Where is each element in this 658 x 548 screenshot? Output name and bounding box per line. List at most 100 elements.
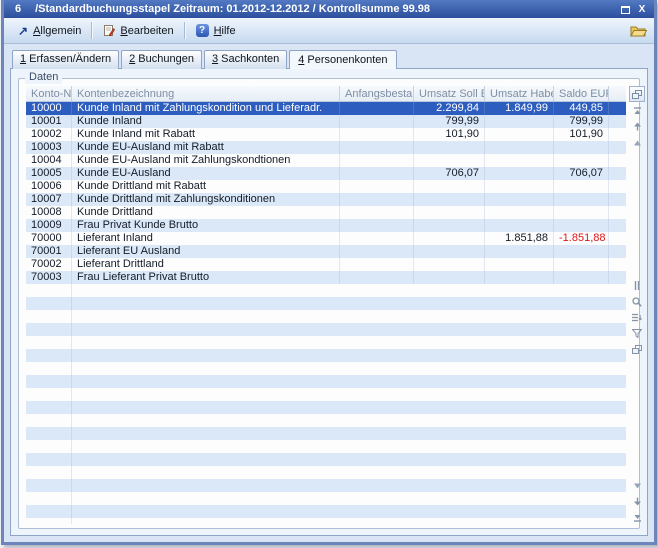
- edge-bottom-icons: [629, 481, 645, 522]
- cell-empty: [72, 375, 626, 388]
- table-row[interactable]: 10003Kunde EU-Ausland mit Rabatt: [26, 141, 626, 154]
- sort-icon[interactable]: [632, 313, 643, 322]
- cell-anfangsbestand: [340, 206, 414, 219]
- column-chooser-button[interactable]: [629, 86, 645, 102]
- bearbeiten-label: Bearbeiten: [120, 25, 173, 37]
- cell-bezeichnung: Lieferant EU Ausland: [72, 245, 340, 258]
- scroll-to-bottom-icon[interactable]: [632, 513, 643, 522]
- row-down-icon[interactable]: [632, 481, 643, 490]
- tabpage-personenkonten: Daten Konto-Nr.▼KontenbezeichnungAnfangs…: [10, 68, 648, 536]
- cell-empty: [26, 310, 72, 323]
- folder-icon[interactable]: [630, 24, 647, 38]
- filter-icon[interactable]: [632, 329, 643, 338]
- cell-anfangsbestand: [340, 167, 414, 180]
- page-down-icon[interactable]: [632, 497, 643, 506]
- cell-empty: [72, 336, 626, 349]
- column-header-haben[interactable]: Umsatz Haben EUR: [485, 86, 554, 101]
- cell-konto: 10006: [26, 180, 72, 193]
- table-row[interactable]: 10004Kunde EU-Ausland mit Zahlungskondti…: [26, 154, 626, 167]
- edit-note-icon: [103, 24, 115, 37]
- allgemein-button[interactable]: ↗Allgemein: [11, 23, 88, 39]
- empty-row: [26, 375, 626, 388]
- band-splitter-icon[interactable]: [632, 281, 643, 290]
- table-row[interactable]: 70000Lieferant Inland1.851,88-1.851,88: [26, 232, 626, 245]
- cell-saldo: 799,99: [554, 115, 609, 128]
- empty-row: [26, 336, 626, 349]
- column-header-saldo[interactable]: Saldo EUR: [554, 86, 609, 101]
- cell-konto: 10009: [26, 219, 72, 232]
- column-header-label: Konto-Nr.: [31, 87, 72, 101]
- scroll-to-top-icon[interactable]: [632, 106, 643, 115]
- cell-saldo: [554, 271, 609, 284]
- table-row[interactable]: 70001Lieferant EU Ausland: [26, 245, 626, 258]
- table-row[interactable]: 10008Kunde Drittland: [26, 206, 626, 219]
- cell-filler: [609, 102, 626, 115]
- cell-soll: 2.299,84: [414, 102, 485, 115]
- cell-empty: [72, 518, 626, 524]
- table-row[interactable]: 70002Lieferant Drittland: [26, 258, 626, 271]
- cell-anfangsbestand: [340, 154, 414, 167]
- cell-empty: [26, 453, 72, 466]
- cell-saldo: [554, 141, 609, 154]
- table-row[interactable]: 10007Kunde Drittland mit Zahlungskonditi…: [26, 193, 626, 206]
- table-row[interactable]: 70003Frau Lieferant Privat Brutto: [26, 271, 626, 284]
- row-up-icon[interactable]: [632, 138, 643, 147]
- cell-saldo: [554, 219, 609, 232]
- close-button[interactable]: X: [635, 3, 649, 15]
- cell-haben: [485, 271, 554, 284]
- cell-soll: [414, 141, 485, 154]
- column-header-anfangsbestand[interactable]: Anfangsbestand EUR: [340, 86, 414, 101]
- cell-empty: [26, 362, 72, 375]
- cell-soll: [414, 206, 485, 219]
- column-header-soll[interactable]: Umsatz Soll EUR: [414, 86, 485, 101]
- window-number: 6: [15, 3, 21, 15]
- cell-anfangsbestand: [340, 193, 414, 206]
- page-up-icon[interactable]: [632, 122, 643, 131]
- grid-header-row: Konto-Nr.▼ Kontenbezeichnung Anfangsbestan…: [26, 86, 626, 102]
- cell-empty: [26, 401, 72, 414]
- tab-buchungen[interactable]: 2 Buchungen: [121, 50, 202, 69]
- table-row[interactable]: 10006Kunde Drittland mit Rabatt: [26, 180, 626, 193]
- cell-bezeichnung: Frau Lieferant Privat Brutto: [72, 271, 340, 284]
- empty-row: [26, 349, 626, 362]
- tab-sachkonten[interactable]: 3 Sachkonten: [204, 50, 287, 69]
- tab-erfassen-ändern[interactable]: 1 Erfassen/Ändern: [12, 50, 119, 69]
- table-row[interactable]: 10000Kunde Inland mit Zahlungskondition …: [26, 102, 626, 115]
- table-row[interactable]: 10009Frau Privat Kunde Brutto: [26, 219, 626, 232]
- column-header-bezeichnung[interactable]: Kontenbezeichnung: [72, 86, 340, 101]
- tab-personenkonten[interactable]: 4 Personenkonten: [289, 50, 396, 69]
- cell-empty: [26, 479, 72, 492]
- restore-button[interactable]: [618, 3, 632, 15]
- column-header-konto[interactable]: Konto-Nr.▼: [26, 86, 72, 101]
- hilfe-button[interactable]: ?Hilfe: [189, 22, 243, 39]
- cell-empty: [72, 284, 626, 297]
- cell-filler: [609, 180, 626, 193]
- column-header-label: Anfangsbestand EUR: [345, 87, 414, 101]
- empty-row: [26, 453, 626, 466]
- column-header-label: Kontenbezeichnung: [77, 87, 174, 101]
- table-row[interactable]: 10002Kunde Inland mit Rabatt101,90101,90: [26, 128, 626, 141]
- screen: 6 /Standardbuchungsstapel Zeitraum: 01.2…: [0, 0, 658, 548]
- cell-konto: 10000: [26, 102, 72, 115]
- cell-empty: [72, 323, 626, 336]
- cell-filler: [609, 258, 626, 271]
- column-chooser-icon: [632, 90, 642, 99]
- cell-konto: 70001: [26, 245, 72, 258]
- table-row[interactable]: 10005Kunde EU-Ausland706,07706,07: [26, 167, 626, 180]
- grid-layout-icon[interactable]: [632, 345, 643, 354]
- cell-bezeichnung: Kunde EU-Ausland mit Rabatt: [72, 141, 340, 154]
- cell-anfangsbestand: [340, 219, 414, 232]
- search-icon[interactable]: [632, 297, 643, 306]
- bearbeiten-button[interactable]: Bearbeiten: [96, 22, 180, 39]
- cell-filler: [609, 167, 626, 180]
- titlebar: 6 /Standardbuchungsstapel Zeitraum: 01.2…: [4, 0, 654, 18]
- hilfe-label: Hilfe: [214, 25, 236, 37]
- cell-empty: [72, 401, 626, 414]
- cell-bezeichnung: Kunde Inland: [72, 115, 340, 128]
- cell-empty: [72, 505, 626, 518]
- cell-haben: [485, 167, 554, 180]
- table-row[interactable]: 10001Kunde Inland799,99799,99: [26, 115, 626, 128]
- cell-empty: [72, 297, 626, 310]
- window-title: /Standardbuchungsstapel Zeitraum: 01.201…: [35, 3, 615, 15]
- cell-empty: [26, 440, 72, 453]
